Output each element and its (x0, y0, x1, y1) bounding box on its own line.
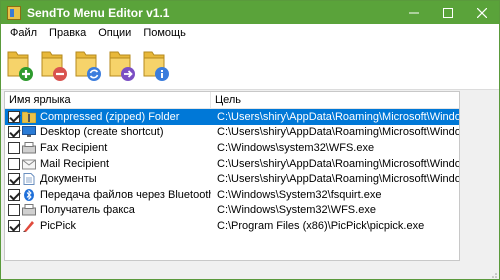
refresh-button[interactable] (74, 48, 104, 84)
row-target: C:\Windows\System32\WFS.exe (217, 204, 376, 217)
row-name: Передача файлов через Bluetooth (40, 188, 211, 201)
row-name-cell: Compressed (zipped) Folder (5, 110, 211, 123)
row-checkbox[interactable] (8, 204, 20, 217)
minimize-icon (409, 12, 419, 13)
menu-edit[interactable]: Правка (43, 24, 92, 43)
menu-options[interactable]: Опции (92, 24, 137, 43)
close-icon (477, 7, 487, 18)
row-checkbox[interactable] (8, 219, 20, 232)
column-header-target[interactable]: Цель (211, 92, 459, 108)
row-name: Desktop (create shortcut) (40, 126, 164, 139)
row-checkbox[interactable] (8, 188, 20, 201)
table-row[interactable]: Передача файлов через Bluetooth C:\Window… (5, 187, 459, 203)
toolbar (1, 43, 499, 90)
row-target: C:\Users\shiry\AppData\Roaming\Microsoft… (217, 110, 459, 123)
bluetooth-icon (22, 188, 36, 201)
row-checkbox[interactable] (8, 126, 20, 139)
row-target: C:\Users\shiry\AppData\Roaming\Microsoft… (217, 126, 459, 139)
table-row[interactable]: Получатель факса C:\Windows\System32\WFS.… (5, 203, 459, 219)
folder-refresh-icon (75, 51, 101, 81)
app-icon (7, 5, 21, 20)
row-name-cell: PicPick (5, 219, 211, 232)
minimize-button[interactable] (397, 1, 431, 24)
row-name: PicPick (40, 219, 77, 232)
row-name-cell: Fax Recipient (5, 141, 211, 154)
row-name: Mail Recipient (40, 157, 110, 170)
row-target: C:\Users\shiry\AppData\Roaming\Microsoft… (217, 157, 459, 170)
row-target: C:\Windows\system32\WFS.exe (217, 141, 375, 154)
maximize-icon (443, 7, 453, 18)
window-title: SendTo Menu Editor v1.1 (27, 5, 170, 20)
close-button[interactable] (465, 1, 499, 24)
about-button[interactable] (142, 48, 172, 84)
folder-add-icon (7, 51, 33, 81)
folder-info-icon (143, 51, 169, 81)
row-checkbox[interactable] (8, 110, 20, 123)
row-target: C:\Program Files (x86)\PicPick\picpick.e… (217, 219, 425, 232)
menu-bar: Файл Правка Опции Помощь (1, 24, 499, 43)
folder-arrow-icon (109, 51, 135, 81)
table-row[interactable]: Документы C:\Users\shiry\AppData\Roaming\… (5, 171, 459, 187)
status-bar (1, 269, 499, 279)
column-header-name[interactable]: Имя ярлыка (5, 92, 211, 108)
maximize-button[interactable] (431, 1, 465, 24)
row-name-cell: Передача файлов через Bluetooth (5, 188, 211, 201)
table-row[interactable]: Compressed (zipped) Folder C:\Users\shiry… (5, 109, 459, 125)
row-name-cell: Desktop (create shortcut) (5, 126, 211, 139)
fax-icon (22, 141, 36, 154)
open-target-button[interactable] (108, 48, 138, 84)
row-name-cell: Mail Recipient (5, 157, 211, 170)
row-name-cell: Документы (5, 173, 211, 186)
row-target: C:\Users\shiry\AppData\Roaming\Microsoft… (217, 173, 459, 186)
list-rows: Compressed (zipped) Folder C:\Users\shiry… (5, 109, 459, 234)
desktop-icon (22, 126, 36, 139)
documents-icon (22, 173, 36, 186)
row-name: Получатель факса (40, 204, 135, 217)
menu-file[interactable]: Файл (4, 24, 43, 43)
table-row[interactable]: Mail Recipient C:\Users\shiry\AppData\Roa… (5, 156, 459, 172)
shortcut-list[interactable]: Имя ярлыка Цель Compressed (zipped) Fold… (4, 91, 460, 261)
folder-remove-icon (41, 51, 67, 81)
app-window: SendTo Menu Editor v1.1 Файл Правка Опци… (0, 0, 500, 280)
table-row[interactable]: Fax Recipient C:\Windows\system32\WFS.exe (5, 140, 459, 156)
remove-shortcut-button[interactable] (40, 48, 70, 84)
row-checkbox[interactable] (8, 173, 20, 186)
resize-grip-icon[interactable] (489, 270, 497, 278)
table-row[interactable]: PicPick C:\Program Files (x86)\PicPick\pi… (5, 218, 459, 234)
title-bar[interactable]: SendTo Menu Editor v1.1 (1, 1, 499, 24)
row-target: C:\Windows\System32\fsquirt.exe (217, 188, 382, 201)
fax-icon (22, 204, 36, 217)
table-row[interactable]: Desktop (create shortcut) C:\Users\shiry\… (5, 125, 459, 141)
zip-folder-icon (22, 110, 36, 123)
add-shortcut-button[interactable] (6, 48, 36, 84)
picpick-icon (22, 219, 36, 232)
row-name: Compressed (zipped) Folder (40, 110, 180, 123)
row-checkbox[interactable] (8, 141, 20, 154)
list-header: Имя ярлыка Цель (5, 92, 459, 109)
row-name: Fax Recipient (40, 141, 108, 154)
row-name-cell: Получатель факса (5, 204, 211, 217)
mail-icon (22, 157, 36, 170)
row-name: Документы (40, 173, 97, 186)
row-checkbox[interactable] (8, 157, 20, 170)
menu-help[interactable]: Помощь (137, 24, 192, 43)
